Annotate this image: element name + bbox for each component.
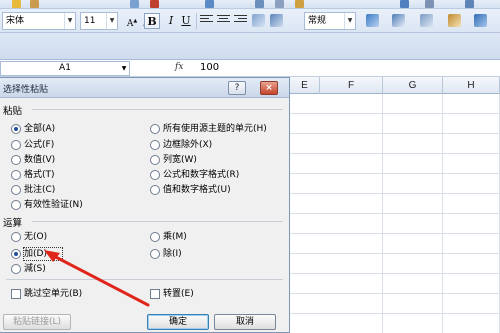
conditional-format-icon[interactable] bbox=[366, 14, 379, 27]
sum-icon[interactable] bbox=[425, 0, 434, 8]
option-label: 有效性验证(N) bbox=[24, 200, 83, 210]
name-box-value: A1 bbox=[59, 63, 71, 73]
align-left-icon[interactable] bbox=[200, 15, 213, 26]
chevron-down-icon[interactable]: ▼ bbox=[344, 13, 355, 29]
help-button[interactable]: ? bbox=[228, 81, 246, 95]
paste-link-button[interactable]: 粘贴链接(L) bbox=[3, 314, 71, 330]
radio[interactable] bbox=[11, 264, 21, 274]
toolbar-icon[interactable] bbox=[150, 0, 159, 8]
radio[interactable] bbox=[150, 249, 160, 259]
divider bbox=[32, 221, 283, 222]
paste-icon[interactable] bbox=[30, 0, 39, 8]
column-header-e[interactable]: E bbox=[290, 77, 320, 94]
radio-selected[interactable] bbox=[11, 124, 21, 134]
font-size-select[interactable]: 11 ▼ bbox=[80, 12, 118, 30]
font-toolbar: 宋体 ▼ 11 ▼ A▲ A▼ B I U 常规 ▼ bbox=[0, 9, 500, 33]
grow-font-icon[interactable]: A▲ bbox=[124, 13, 140, 29]
option-label: 除(I) bbox=[163, 249, 182, 259]
paste-group-label: 粘贴 bbox=[3, 106, 23, 117]
worksheet-grid[interactable] bbox=[290, 94, 500, 333]
toolbar-icon[interactable] bbox=[255, 0, 264, 8]
italic-button[interactable]: I bbox=[163, 13, 179, 29]
cell-styles-icon[interactable] bbox=[392, 14, 405, 27]
fill-color-icon[interactable] bbox=[474, 14, 487, 27]
radio[interactable] bbox=[150, 232, 160, 242]
column-header-g[interactable]: G bbox=[383, 77, 443, 94]
radio[interactable] bbox=[150, 185, 160, 195]
number-format-value: 常规 bbox=[308, 16, 327, 26]
column-header-h[interactable]: H bbox=[443, 77, 500, 94]
option-label: 无(O) bbox=[24, 232, 48, 242]
underline-button[interactable]: U bbox=[178, 13, 194, 29]
option-label: 值和数字格式(U) bbox=[163, 185, 231, 195]
toolbar-icon[interactable] bbox=[295, 0, 304, 8]
option-label: 跳过空单元(B) bbox=[24, 289, 83, 299]
option-label: 全部(A) bbox=[24, 124, 56, 134]
formula-bar: A1 ▼ fx 100 bbox=[0, 60, 500, 77]
divider bbox=[6, 279, 283, 280]
bold-button[interactable]: B bbox=[144, 13, 160, 29]
option-label: 列宽(W) bbox=[163, 155, 197, 165]
cut-icon[interactable] bbox=[275, 0, 284, 8]
align-right-icon[interactable] bbox=[234, 15, 247, 26]
font-size-value: 11 bbox=[84, 16, 96, 26]
close-button[interactable]: × bbox=[260, 81, 278, 95]
formula-input[interactable]: 100 bbox=[200, 62, 219, 73]
radio[interactable] bbox=[150, 124, 160, 134]
quick-access-strip bbox=[0, 0, 500, 9]
operation-group-label: 运算 bbox=[3, 218, 23, 229]
open-folder-icon[interactable] bbox=[12, 0, 21, 8]
name-box[interactable]: A1 ▼ bbox=[0, 61, 130, 76]
separator bbox=[196, 13, 197, 29]
radio[interactable] bbox=[11, 140, 21, 150]
toolbar-icon[interactable] bbox=[130, 0, 139, 8]
paste-special-dialog: 选择性粘贴 ? × 粘贴 全部(A) 公式(F) 数值(V) 格式(T) 批注(… bbox=[0, 77, 290, 333]
number-format-select[interactable]: 常规 ▼ bbox=[304, 12, 356, 30]
divider bbox=[32, 109, 283, 110]
option-label: 边框除外(X) bbox=[163, 140, 213, 150]
cancel-button[interactable]: 取消 bbox=[214, 314, 276, 330]
format-painter-icon[interactable] bbox=[205, 0, 214, 8]
align-center-icon[interactable] bbox=[217, 15, 230, 26]
wrap-text-icon[interactable] bbox=[270, 14, 283, 27]
font-name-select[interactable]: 宋体 ▼ bbox=[2, 12, 76, 30]
insert-function-button[interactable]: fx bbox=[175, 62, 183, 72]
find-select-icon[interactable] bbox=[448, 14, 461, 27]
radio-selected[interactable] bbox=[11, 249, 21, 259]
column-header-f[interactable]: F bbox=[320, 77, 383, 94]
radio[interactable] bbox=[150, 140, 160, 150]
option-label: 转置(E) bbox=[163, 289, 194, 299]
option-label: 公式(F) bbox=[24, 140, 55, 150]
ok-button[interactable]: 确定 bbox=[147, 314, 209, 330]
option-label: 格式(T) bbox=[24, 170, 55, 180]
toolbar-icon[interactable] bbox=[400, 0, 409, 8]
chevron-down-icon[interactable]: ▼ bbox=[106, 13, 117, 29]
insert-function-icon[interactable] bbox=[420, 14, 433, 27]
checkbox[interactable] bbox=[150, 289, 160, 299]
radio[interactable] bbox=[11, 200, 21, 210]
radio[interactable] bbox=[11, 155, 21, 165]
font-name-value: 宋体 bbox=[6, 16, 25, 26]
radio[interactable] bbox=[150, 155, 160, 165]
radio[interactable] bbox=[11, 185, 21, 195]
ribbon-group-band bbox=[0, 33, 500, 60]
option-label: 公式和数字格式(R) bbox=[163, 170, 240, 180]
option-label: 加(D) bbox=[24, 249, 47, 259]
dialog-title-bar[interactable]: 选择性粘贴 ? × bbox=[0, 78, 289, 98]
option-label: 所有使用源主题的单元(H) bbox=[163, 124, 267, 134]
chevron-down-icon[interactable]: ▼ bbox=[119, 62, 129, 75]
option-label: 乘(M) bbox=[163, 232, 187, 242]
radio[interactable] bbox=[150, 170, 160, 180]
dialog-title: 选择性粘贴 bbox=[3, 85, 49, 95]
sort-icon[interactable] bbox=[465, 0, 474, 8]
merge-center-icon[interactable] bbox=[252, 14, 265, 27]
option-label: 減(S) bbox=[24, 264, 46, 274]
option-label: 批注(C) bbox=[24, 185, 56, 195]
radio[interactable] bbox=[11, 170, 21, 180]
checkbox[interactable] bbox=[11, 289, 21, 299]
chevron-down-icon[interactable]: ▼ bbox=[64, 13, 75, 29]
radio[interactable] bbox=[11, 232, 21, 242]
option-label: 数值(V) bbox=[24, 155, 56, 165]
